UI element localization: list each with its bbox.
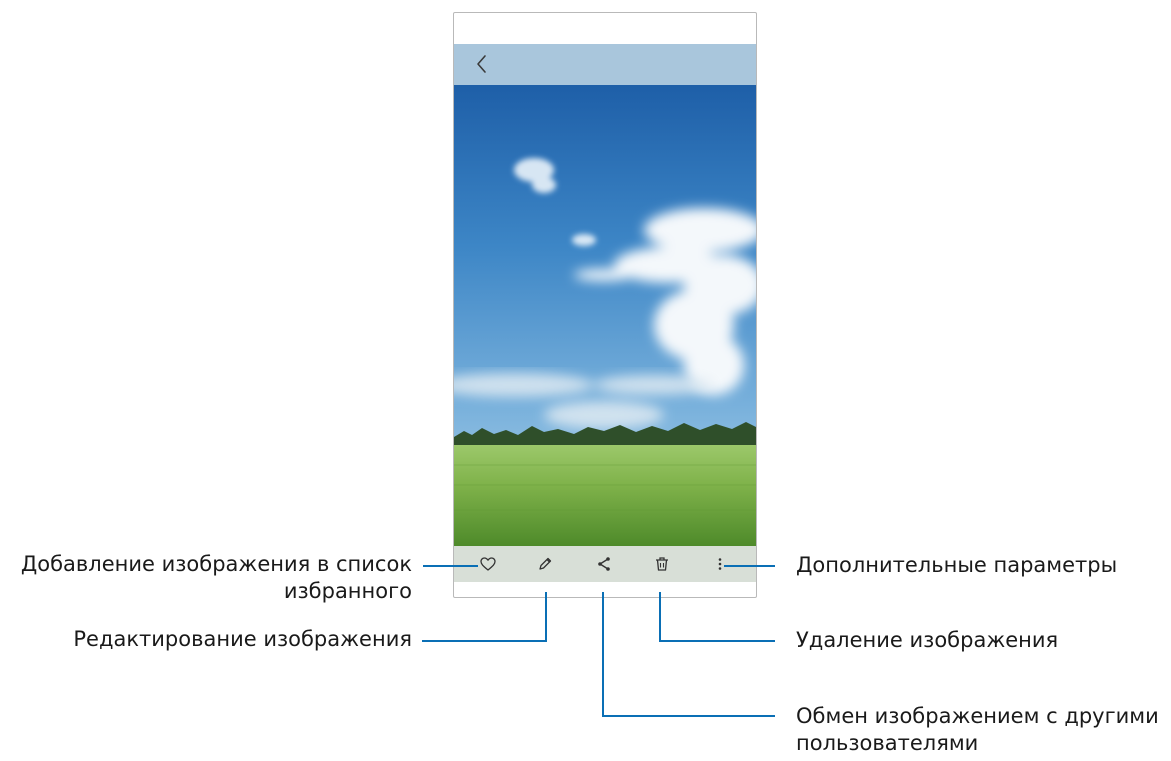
share-button[interactable] [592,552,616,576]
callout-share: Обмен изображением с другими пользовател… [796,703,1159,757]
callout-edit-text: Редактирование изображения [73,627,412,651]
more-options-button[interactable] [708,552,732,576]
more-vertical-icon [718,558,722,570]
gallery-top-bar [454,44,756,85]
favorite-button[interactable] [476,552,500,576]
callout-line-share [602,592,775,717]
callout-favorite: Добавление изображения в список избранно… [6,551,412,605]
callout-delete: Удаление изображения [796,627,1058,654]
callout-line-edit [422,592,547,642]
photo-actions-bar [454,546,756,582]
delete-button[interactable] [650,552,674,576]
back-button[interactable] [472,52,492,76]
callout-edit: Редактирование изображения [6,626,412,653]
photo-view[interactable] [454,85,756,546]
callout-favorite-line2: избранного [283,579,412,603]
heart-icon [480,557,496,571]
share-icon [598,557,610,571]
callout-more-text: Дополнительные параметры [796,553,1118,577]
callout-delete-text: Удаление изображения [796,628,1059,652]
callout-share-line2: пользователями [796,731,979,755]
phone-screen [453,12,757,598]
pencil-icon [539,557,552,570]
callout-favorite-line1: Добавление изображения в список [20,552,412,576]
chevron-left-icon [477,55,486,73]
landscape-photo [454,85,756,546]
trash-icon [656,557,668,571]
callout-more: Дополнительные параметры [796,552,1117,579]
callout-share-line1: Обмен изображением с другими [796,704,1159,728]
edit-button[interactable] [533,552,557,576]
callout-line-delete [659,592,775,642]
